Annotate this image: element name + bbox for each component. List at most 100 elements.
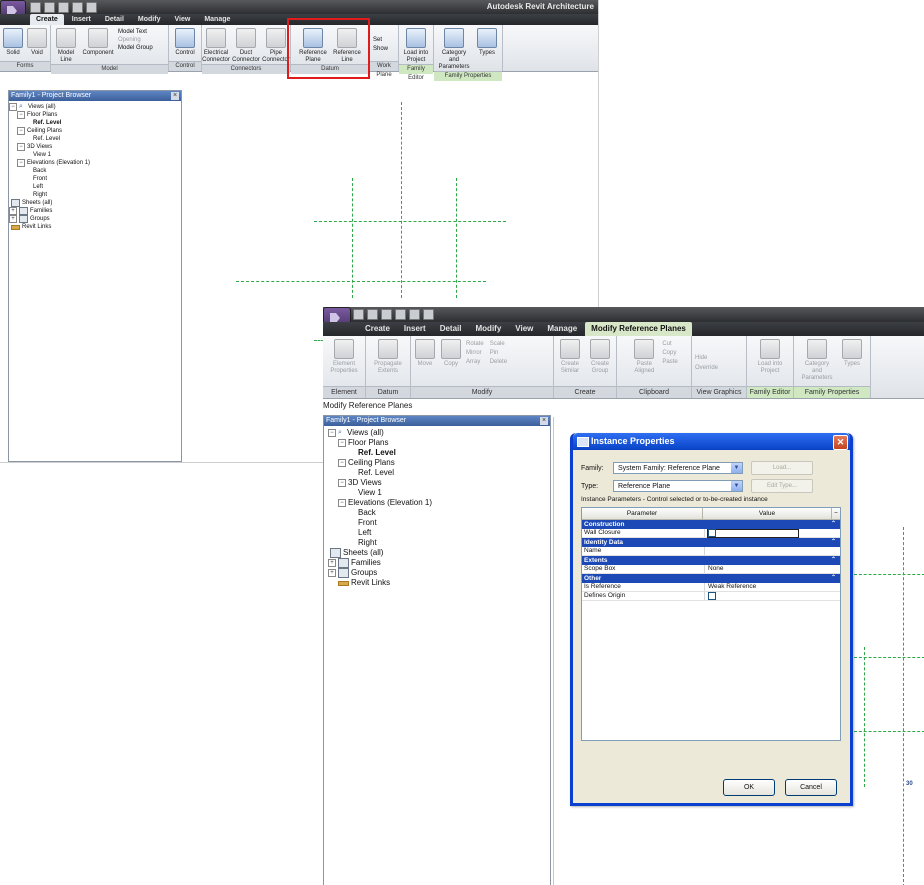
name-value[interactable] [705,547,840,555]
group-row[interactable]: Construction ⌃ [582,520,840,529]
array-button[interactable]: Array [466,359,484,365]
tree-item[interactable]: − Ceiling Plans [328,458,550,468]
tab-detail[interactable]: Detail [434,322,468,336]
load-into-project-button[interactable]: Load into Project [402,28,430,64]
create-similar-button[interactable]: Create Similar [557,339,583,375]
undo-icon[interactable] [381,309,392,320]
delete-button[interactable]: Delete [490,359,507,365]
group-row[interactable]: Extents ⌃ [582,556,840,565]
tab-insert[interactable]: Insert [398,322,432,336]
open-icon[interactable] [353,309,364,320]
collapse-icon[interactable]: ⌃ [831,520,836,529]
tab-create[interactable]: Create [30,14,64,25]
category-and-parameters-button[interactable]: Category and Parameters [437,28,471,71]
tree-item[interactable]: Ref. Level [328,468,550,478]
family-select[interactable]: System Family: Reference Plane ▼ [613,462,743,474]
show-work-plane-button[interactable]: Show [373,46,388,52]
override-button[interactable]: Override [695,365,718,371]
tab-manage[interactable]: Manage [541,322,583,336]
mirror-button[interactable]: Mirror [466,350,484,356]
reference-plane-line[interactable] [456,178,457,298]
redo-icon[interactable] [72,2,83,13]
close-icon[interactable]: × [540,417,548,425]
copy-clipboard-button[interactable]: Copy [662,350,677,356]
close-icon[interactable]: × [171,92,179,100]
table-row[interactable]: Wall Closure [582,529,840,538]
tab-modify[interactable]: Modify [132,14,167,25]
copy-button[interactable]: Copy [440,339,462,368]
tree-item[interactable]: − Elevations (Elevation 1) [328,498,550,508]
save-icon[interactable] [44,2,55,13]
propagate-extents-button[interactable]: Propagate Extents [373,339,403,375]
group-row[interactable]: Other ⌃ [582,574,840,583]
tree-item[interactable]: Ref. Level [9,119,181,127]
tree-item[interactable]: Front [9,175,181,183]
reference-plane-line[interactable] [314,221,506,222]
tree-item[interactable]: Front [328,518,550,528]
types-button[interactable]: Types [475,28,499,57]
defines-origin-checkbox[interactable] [708,592,716,600]
element-properties-button[interactable]: Element Properties [329,339,359,375]
tab-view[interactable]: View [509,322,539,336]
tab-manage[interactable]: Manage [198,14,236,25]
reference-plane-line[interactable] [854,574,924,575]
tree-item[interactable]: Sheets (all) [9,199,181,207]
tree-item[interactable]: − Ceiling Plans [9,127,181,135]
reference-plane-line[interactable] [352,178,353,298]
tree-item[interactable]: Revit Links [9,223,181,231]
tree-item[interactable]: Right [9,191,181,199]
edit-type-button[interactable]: Edit Type... [751,479,813,493]
undo-icon[interactable] [58,2,69,13]
tree-item[interactable]: − ⌕ Views (all) [9,103,181,111]
wall-closure-checkbox[interactable] [708,529,716,537]
tree-item[interactable]: − Floor Plans [9,111,181,119]
measure-icon[interactable] [409,309,420,320]
component-button[interactable]: Component [82,28,114,57]
table-row[interactable]: Scope Box None [582,565,840,574]
ok-button[interactable]: OK [723,779,775,796]
tree-item[interactable]: −3D Views [328,478,550,488]
redo-icon[interactable] [395,309,406,320]
paste-aligned-button[interactable]: Paste Aligned [630,339,658,375]
3d-view-icon[interactable] [423,309,434,320]
duct-connector-button[interactable]: Duct Connector [232,28,260,64]
collapse-icon[interactable]: − [832,508,840,519]
group-row[interactable]: Identity Data ⌃ [582,538,840,547]
tree-item[interactable]: + Groups [9,215,181,223]
tree-item[interactable]: + Groups [328,568,550,578]
model-group-button[interactable]: Model Group [118,45,153,51]
tree-item[interactable]: + Families [9,207,181,215]
hide-button[interactable]: Hide [695,355,707,361]
tree-item[interactable]: − Floor Plans [328,438,550,448]
void-button[interactable]: Void [27,28,47,57]
tree-item[interactable]: View 1 [9,151,181,159]
scale-button[interactable]: Scale [490,341,507,347]
opening-button[interactable]: Opening [118,37,153,43]
move-button[interactable]: Move [414,339,436,368]
reference-plane-line[interactable] [864,647,865,787]
set-work-plane-button[interactable]: Set [373,37,382,43]
create-group-button[interactable]: Create Group [587,339,613,375]
wall-closure-value-box[interactable] [707,529,799,538]
tree-item[interactable]: Back [328,508,550,518]
tree-item[interactable]: Left [9,183,181,191]
tab-modify-reference-planes[interactable]: Modify Reference Planes [585,322,692,336]
tree-item[interactable]: + Families [328,558,550,568]
pin-button[interactable]: Pin [490,350,507,356]
tree-item[interactable]: −3D Views [9,143,181,151]
model-line-button[interactable]: Model Line [54,28,78,64]
tree-item[interactable]: Left [328,528,550,538]
tab-insert[interactable]: Insert [66,14,97,25]
is-reference-value[interactable]: Weak Reference [705,583,840,591]
load-into-project-button[interactable]: Load into Project [755,339,785,375]
type-select[interactable]: Reference Plane ▼ [613,480,743,492]
tree-item[interactable]: Ref. Level [9,135,181,143]
control-button[interactable]: Control [172,28,198,57]
tab-create[interactable]: Create [359,322,396,336]
solid-button[interactable]: Solid [3,28,23,57]
types-button[interactable]: Types [839,339,865,368]
tree-item[interactable]: Revit Links [328,578,550,588]
tab-detail[interactable]: Detail [99,14,130,25]
collapse-icon[interactable]: ⌃ [831,538,836,547]
open-icon[interactable] [30,2,41,13]
